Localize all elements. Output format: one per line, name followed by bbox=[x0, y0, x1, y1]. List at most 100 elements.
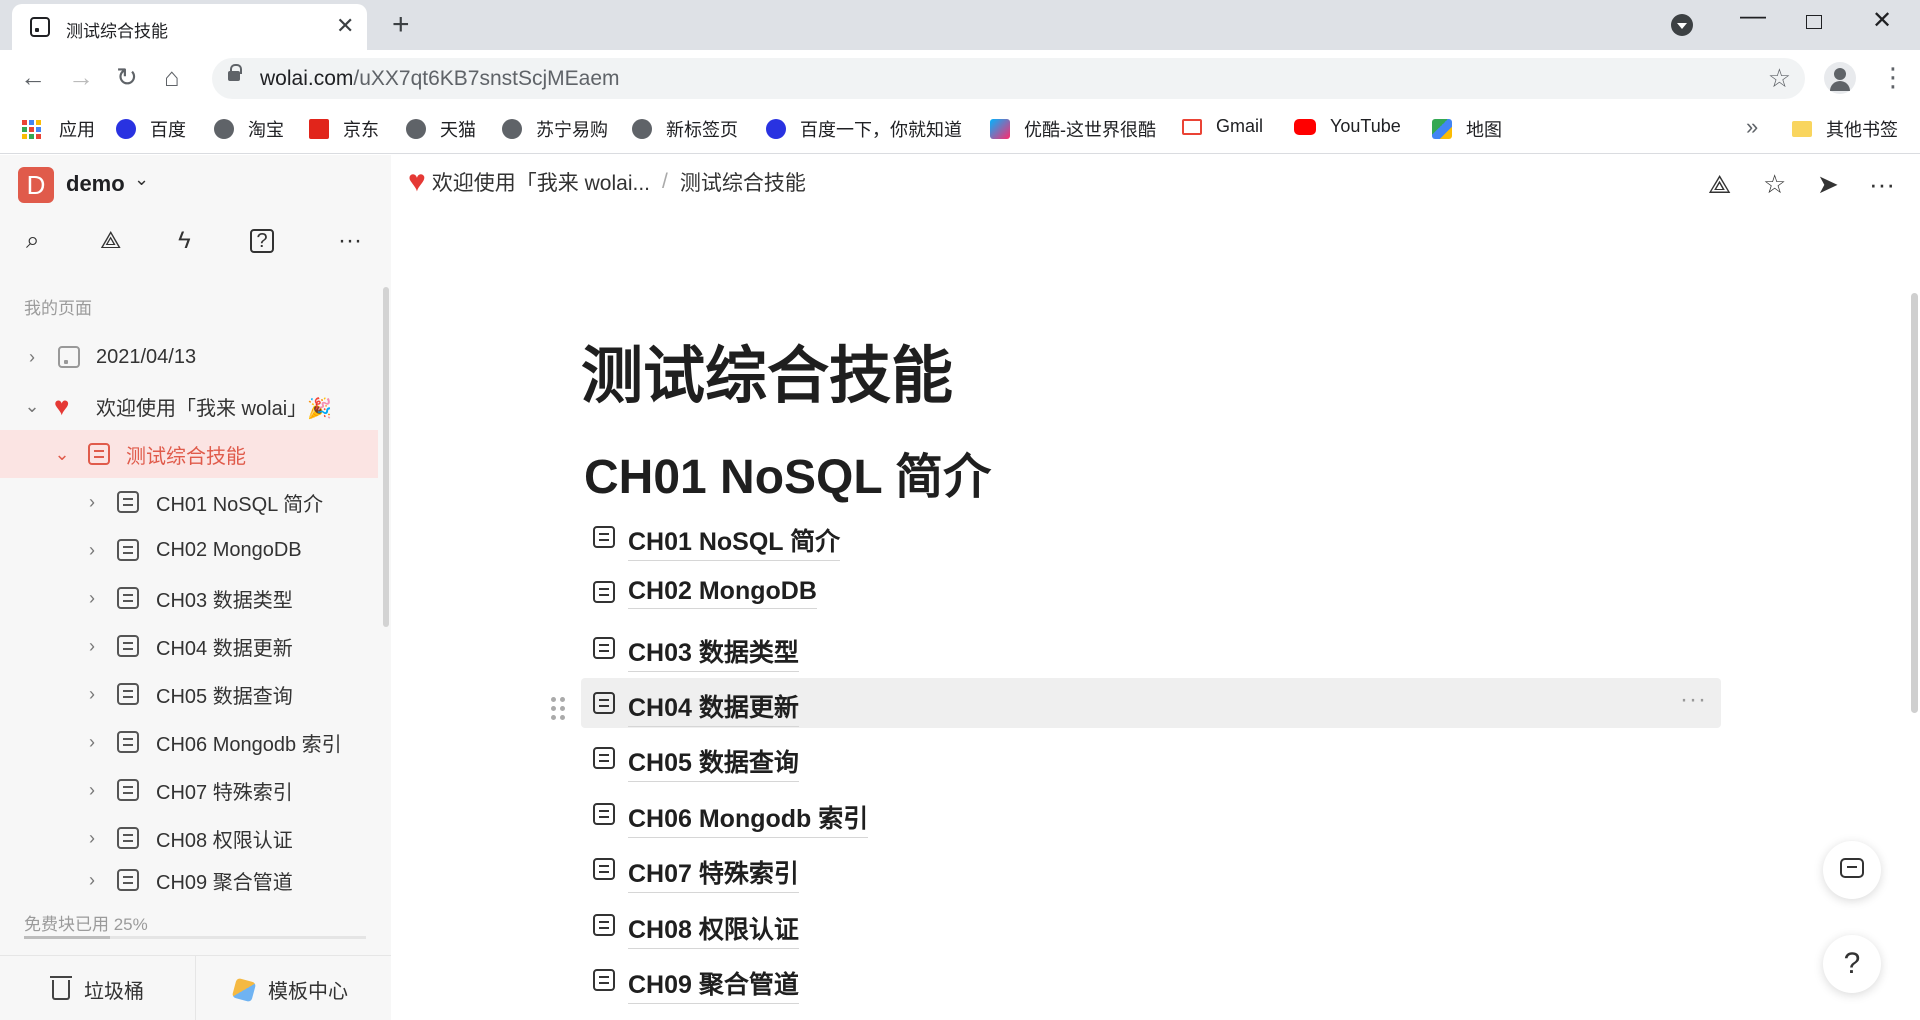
chevron-right-icon[interactable]: › bbox=[84, 828, 100, 849]
sidebar-item-ch02[interactable]: › CH02 MongoDB bbox=[0, 526, 378, 574]
sidebar-item-date-page[interactable]: › 2021/04/13 bbox=[0, 333, 378, 381]
browser-tab[interactable]: 测试综合技能 ✕ bbox=[12, 4, 367, 50]
sidebar-item-ch04[interactable]: › CH04 数据更新 bbox=[0, 622, 378, 670]
bookmark-tmall[interactable]: 天猫 bbox=[406, 116, 476, 142]
page-icon bbox=[117, 683, 139, 705]
subpage-link[interactable]: CH05 数据查询 bbox=[581, 733, 1721, 783]
new-tab-icon[interactable]: + bbox=[392, 8, 410, 42]
bookmark-star-icon[interactable]: ☆ bbox=[1768, 63, 1791, 94]
subpage-link[interactable]: CH02 MongoDB bbox=[581, 567, 1721, 617]
sidebar-item-ch06[interactable]: › CH06 Mongodb 索引 bbox=[0, 718, 378, 766]
bookmark-baidu[interactable]: 百度 bbox=[116, 116, 186, 142]
drag-handle-icon[interactable] bbox=[551, 697, 565, 720]
breadcrumb-current[interactable]: 测试综合技能 bbox=[680, 167, 806, 197]
bookmarks-overflow-icon[interactable]: » bbox=[1746, 114, 1758, 140]
workspace-name[interactable]: demo bbox=[66, 171, 125, 197]
address-bar[interactable]: wolai.com/uXX7qt6KB7snstScjMEaem ☆ bbox=[212, 58, 1805, 99]
bookmark-new-tab[interactable]: 新标签页 bbox=[632, 116, 738, 142]
breadcrumb-parent[interactable]: 欢迎使用「我来 wolai... bbox=[432, 167, 650, 197]
subpage-link[interactable]: CH09 聚合管道 bbox=[581, 955, 1721, 1005]
search-icon[interactable]: ⌕ bbox=[26, 229, 39, 253]
subpage-link[interactable]: CH03 数据类型 bbox=[581, 623, 1721, 673]
subpage-link[interactable]: CH06 Mongodb 索引 bbox=[581, 789, 1721, 839]
main-scrollbar[interactable] bbox=[1911, 293, 1918, 713]
bookmark-gmail[interactable]: Gmail bbox=[1182, 116, 1263, 137]
feedback-chat-button[interactable] bbox=[1823, 841, 1881, 899]
chevron-down-icon[interactable]: ⌄ bbox=[134, 169, 149, 190]
chevron-right-icon[interactable]: › bbox=[24, 347, 40, 368]
bookmark-baidu-search[interactable]: 百度一下，你就知道 bbox=[766, 116, 962, 142]
sidebar-item-ch05[interactable]: › CH05 数据查询 bbox=[0, 670, 378, 718]
jd-icon bbox=[309, 119, 329, 139]
favorite-star-icon[interactable]: ☆ bbox=[1763, 171, 1786, 197]
sidebar-item-welcome[interactable]: ⌄ ♥ 欢迎使用「我来 wolai」🎉 bbox=[0, 382, 378, 430]
bookmark-maps[interactable]: 地图 bbox=[1432, 116, 1502, 142]
page-title[interactable]: 测试综合技能 bbox=[581, 325, 953, 415]
subpage-link[interactable]: CH07 特殊索引 bbox=[581, 844, 1721, 894]
help-doc-icon[interactable]: ? bbox=[250, 229, 274, 253]
profile-avatar-icon[interactable] bbox=[1824, 62, 1856, 94]
page-icon bbox=[593, 637, 615, 659]
tab-close-icon[interactable]: ✕ bbox=[336, 15, 354, 37]
bookmark-suning[interactable]: 苏宁易购 bbox=[502, 116, 608, 142]
lock-icon bbox=[228, 64, 242, 81]
block-more-icon[interactable]: ··· bbox=[1680, 686, 1707, 714]
url-text[interactable]: wolai.com/uXX7qt6KB7snstScjMEaem bbox=[260, 67, 620, 91]
chevron-right-icon[interactable]: › bbox=[84, 870, 100, 891]
maximize-icon[interactable] bbox=[1806, 15, 1822, 29]
block-quota-fill bbox=[24, 936, 110, 939]
template-center-button[interactable]: 模板中心 bbox=[231, 975, 348, 1004]
chevron-right-icon[interactable]: › bbox=[84, 540, 100, 561]
subpage-link[interactable]: CH04 数据更新 ··· bbox=[581, 678, 1721, 728]
home-icon[interactable]: ⌂ bbox=[164, 63, 180, 91]
subpage-link[interactable]: CH01 NoSQL 简介 bbox=[581, 512, 1721, 562]
back-icon[interactable]: ← bbox=[20, 63, 46, 91]
chevron-right-icon[interactable]: › bbox=[84, 780, 100, 801]
page-icon bbox=[117, 869, 139, 891]
tab-search-icon[interactable] bbox=[1671, 14, 1693, 36]
other-bookmarks[interactable]: 其他书签 bbox=[1792, 116, 1898, 142]
share-network-icon[interactable]: ⟁ bbox=[100, 229, 121, 253]
bookmark-jd[interactable]: 京东 bbox=[309, 116, 379, 142]
window-close-icon[interactable]: ✕ bbox=[1872, 6, 1892, 35]
footer-divider bbox=[195, 956, 196, 1020]
chevron-down-icon[interactable]: ⌄ bbox=[54, 444, 70, 465]
page-more-icon[interactable]: ··· bbox=[1869, 171, 1895, 197]
browser-menu-icon[interactable]: ⋮ bbox=[1880, 62, 1906, 92]
page-icon bbox=[117, 539, 139, 561]
chevron-right-icon[interactable]: › bbox=[84, 588, 100, 609]
chevron-right-icon[interactable]: › bbox=[84, 636, 100, 657]
help-button[interactable]: ? bbox=[1823, 935, 1881, 993]
sidebar-item-ch08[interactable]: › CH08 权限认证 bbox=[0, 814, 378, 862]
youtube-icon bbox=[1294, 118, 1316, 135]
sidebar-item-test-skills[interactable]: ⌄ 测试综合技能 bbox=[0, 430, 378, 478]
bookmark-youtube[interactable]: YouTube bbox=[1294, 116, 1401, 137]
workspace-logo[interactable]: D bbox=[18, 167, 54, 203]
sidebar-item-ch01[interactable]: › CH01 NoSQL 简介 bbox=[0, 478, 378, 526]
sidebar-scrollbar[interactable] bbox=[383, 287, 389, 627]
chevron-down-icon[interactable]: ⌄ bbox=[24, 396, 40, 417]
page-icon bbox=[593, 747, 615, 769]
reload-icon[interactable]: ↻ bbox=[116, 63, 138, 91]
heading-block[interactable]: CH01 NoSQL 简介 bbox=[584, 437, 991, 507]
minimize-icon[interactable]: — bbox=[1740, 0, 1766, 31]
lightning-icon[interactable]: ϟ bbox=[178, 229, 191, 253]
chevron-right-icon[interactable]: › bbox=[84, 684, 100, 705]
forward-icon[interactable]: → bbox=[68, 63, 94, 91]
baidu-icon bbox=[766, 119, 786, 139]
sidebar-item-ch09[interactable]: › CH09 聚合管道 bbox=[0, 862, 378, 898]
page-icon bbox=[117, 587, 139, 609]
subpage-link[interactable]: CH08 权限认证 bbox=[581, 900, 1721, 950]
trash-icon bbox=[50, 975, 72, 1000]
sidebar-item-ch07[interactable]: › CH07 特殊索引 bbox=[0, 766, 378, 814]
sidebar-item-ch03[interactable]: › CH03 数据类型 bbox=[0, 574, 378, 622]
trash-button[interactable]: 垃圾桶 bbox=[50, 975, 144, 1004]
bookmark-youku[interactable]: 优酷-这世界很酷 bbox=[990, 116, 1156, 142]
chevron-right-icon[interactable]: › bbox=[84, 492, 100, 513]
send-icon[interactable]: ➤ bbox=[1817, 171, 1839, 197]
bookmark-apps[interactable]: 应用 bbox=[22, 116, 95, 142]
more-icon[interactable]: ··· bbox=[338, 229, 362, 253]
bookmark-taobao[interactable]: 淘宝 bbox=[214, 116, 284, 142]
chevron-right-icon[interactable]: › bbox=[84, 732, 100, 753]
share-network-icon[interactable]: ⟁ bbox=[1708, 171, 1731, 197]
